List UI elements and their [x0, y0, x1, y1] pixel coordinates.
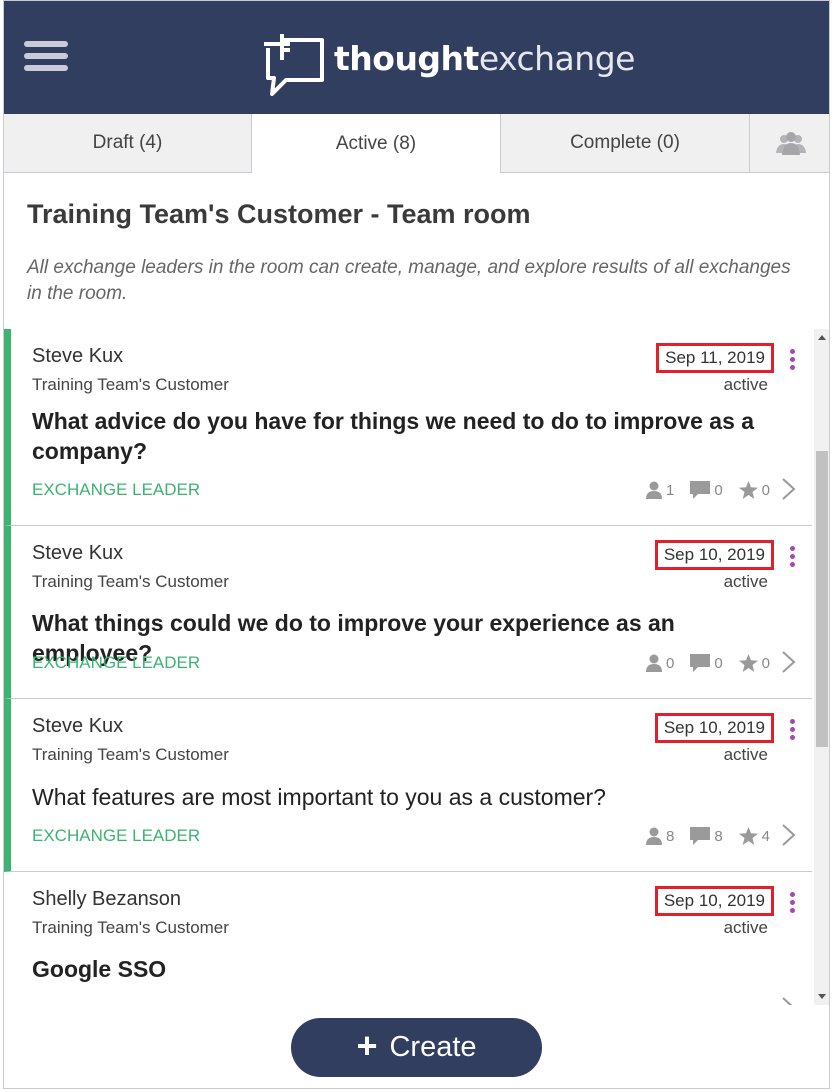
author-name: Steve Kux [32, 542, 124, 564]
participant-count: 1 [665, 481, 675, 499]
exchange-status: active [723, 745, 768, 764]
star-count: 4 [761, 827, 770, 845]
scroll-down-arrow-icon[interactable] [818, 994, 826, 999]
thought-count: 0 [714, 654, 723, 672]
app-frame: thoughtexchange Draft (4) Active (8) Com… [3, 0, 830, 1089]
exchange-stats: 8 8 4 [636, 827, 770, 845]
exchange-date: Sep 10, 2019 [654, 886, 774, 916]
brand-name: thoughtexchange [334, 39, 635, 78]
plus-icon: + [356, 1025, 378, 1066]
chevron-right-icon[interactable] [780, 823, 798, 847]
organization-name: Training Team's Customer [32, 375, 229, 394]
tab-complete[interactable]: Complete (0) [501, 114, 750, 173]
organization-name: Training Team's Customer [32, 918, 229, 937]
scrollbar-thumb[interactable] [816, 451, 828, 747]
exchange-stats: 1 0 0 [636, 481, 770, 499]
participant-count: 8 [665, 827, 675, 845]
tab-complete-label: Complete (0) [570, 132, 680, 153]
scroll-up-arrow-icon[interactable] [818, 335, 826, 340]
thought-count: 0 [714, 481, 723, 499]
author-name: Steve Kux [32, 345, 124, 367]
exchange-question: What features are most important to you … [32, 784, 606, 810]
thoughtexchange-logo: thoughtexchange [264, 34, 635, 100]
exchange-question: Google SSO [32, 956, 167, 982]
exchange-status: active [723, 572, 768, 591]
create-button-label: Create [389, 1031, 477, 1063]
tab-active[interactable]: Active (8) [252, 114, 501, 173]
exchange-role: EXCHANGE LEADER [32, 480, 201, 499]
page-title: Training Team's Customer - Team room [27, 199, 531, 229]
author-name: Shelly Bezanson [32, 888, 181, 910]
more-options-icon[interactable] [790, 892, 796, 914]
author-name: Steve Kux [32, 715, 124, 737]
organization-name: Training Team's Customer [32, 572, 229, 591]
star-count: 0 [761, 481, 770, 499]
room-description: All exchange leaders in the room can cre… [27, 257, 791, 304]
participant-count: 0 [665, 654, 675, 672]
exchange-date: Sep 10, 2019 [654, 540, 774, 570]
exchange-card[interactable]: Steve Kux Training Team's Customer Sep 1… [4, 329, 812, 526]
exchange-status-tabs: Draft (4) Active (8) Complete (0) [4, 114, 829, 173]
exchange-date: Sep 10, 2019 [654, 713, 774, 743]
tab-draft[interactable]: Draft (4) [4, 114, 252, 173]
comment-icon [690, 827, 711, 845]
exchange-card[interactable]: Steve Kux Training Team's Customer Sep 1… [4, 699, 812, 872]
exchange-card[interactable]: Steve Kux Training Team's Customer Sep 1… [4, 526, 812, 699]
star-count: 0 [761, 654, 770, 672]
star-icon [738, 827, 758, 845]
exchange-role: EXCHANGE LEADER [32, 653, 201, 672]
tab-draft-label: Draft (4) [92, 132, 163, 153]
exchange-list: Steve Kux Training Team's Customer Sep 1… [4, 329, 814, 1005]
chevron-right-icon[interactable] [780, 996, 798, 1005]
chevron-right-icon[interactable] [780, 650, 798, 674]
create-button[interactable]: + Create [291, 1018, 542, 1077]
chevron-right-icon[interactable] [780, 477, 798, 501]
comment-icon [690, 654, 711, 672]
tab-active-label: Active (8) [335, 132, 417, 154]
hamburger-menu-icon[interactable] [24, 41, 68, 75]
star-icon [738, 481, 758, 499]
person-icon [645, 654, 662, 672]
exchange-status: active [723, 918, 768, 937]
tab-team[interactable] [750, 114, 829, 173]
organization-name: Training Team's Customer [32, 745, 229, 764]
exchange-status: active [723, 375, 768, 394]
exchange-date: Sep 11, 2019 [656, 343, 774, 373]
person-icon [645, 481, 662, 499]
thought-count: 8 [714, 827, 723, 845]
star-icon [738, 654, 758, 672]
exchange-card[interactable]: Shelly Bezanson Training Team's Customer… [4, 872, 812, 1005]
more-options-icon[interactable] [790, 719, 796, 741]
person-icon [645, 827, 662, 845]
group-icon [775, 132, 806, 155]
exchange-role: EXCHANGE LEADER [32, 826, 201, 845]
comment-icon [690, 481, 711, 499]
top-header: thoughtexchange [4, 1, 829, 114]
speech-bubble-plus-icon [264, 34, 324, 96]
list-scrollbar[interactable] [814, 329, 829, 1005]
more-options-icon[interactable] [790, 546, 796, 568]
exchange-question: What advice do you have for things we ne… [32, 408, 755, 464]
exchange-stats: 0 0 0 [636, 654, 770, 672]
more-options-icon[interactable] [790, 349, 796, 371]
